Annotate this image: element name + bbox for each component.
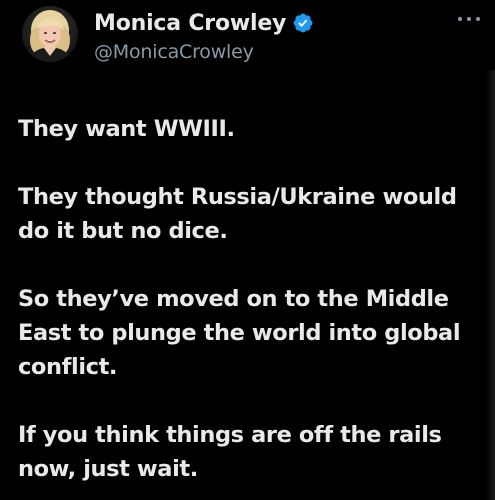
edge-shading bbox=[486, 70, 495, 500]
tweet-paragraph: If you think things are off the rails no… bbox=[18, 422, 442, 482]
avatar[interactable] bbox=[22, 6, 78, 62]
tweet-header: Monica Crowley @MonicaCrowley bbox=[0, 0, 495, 90]
more-options-icon[interactable] bbox=[458, 14, 480, 24]
handle[interactable]: @MonicaCrowley bbox=[94, 41, 314, 63]
tweet-paragraph: They thought Russia/Ukraine would do it … bbox=[18, 184, 457, 244]
more-dot bbox=[476, 17, 480, 21]
tweet-paragraph: They want WWIII. bbox=[18, 116, 235, 142]
author-info: Monica Crowley @MonicaCrowley bbox=[94, 8, 314, 63]
avatar-image bbox=[22, 6, 78, 62]
tweet-text: They want WWIII. They thought Russia/Ukr… bbox=[18, 112, 478, 486]
verified-badge-icon[interactable] bbox=[292, 12, 314, 34]
tweet-paragraph: So they’ve moved on to the Middle East t… bbox=[18, 286, 461, 380]
tweet-card: Monica Crowley @MonicaCrowley They want … bbox=[0, 0, 495, 500]
display-name-row: Monica Crowley bbox=[94, 8, 314, 38]
more-dot bbox=[467, 17, 471, 21]
display-name[interactable]: Monica Crowley bbox=[94, 11, 286, 36]
more-dot bbox=[458, 17, 462, 21]
